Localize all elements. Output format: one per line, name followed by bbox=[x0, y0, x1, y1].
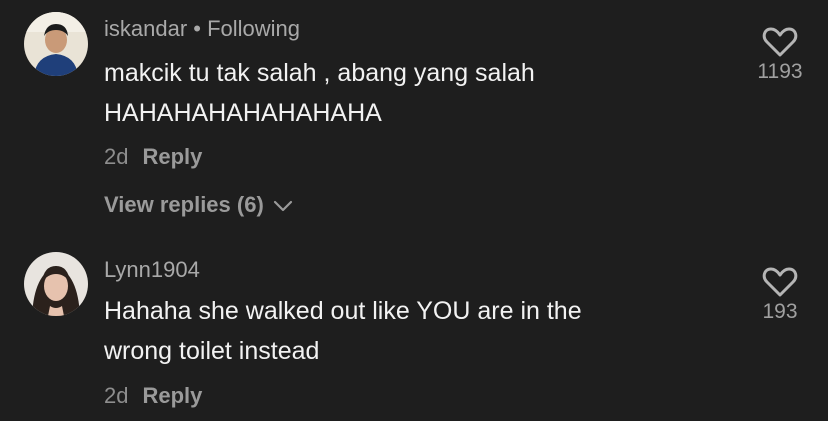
reply-button[interactable]: Reply bbox=[142, 144, 202, 169]
like-button[interactable]: 193 bbox=[740, 266, 820, 324]
view-replies-button[interactable]: View replies (6) bbox=[104, 192, 294, 218]
separator: • bbox=[187, 16, 208, 41]
reply-button[interactable]: Reply bbox=[142, 383, 202, 408]
avatar[interactable] bbox=[24, 252, 88, 316]
chevron-down-icon bbox=[273, 201, 293, 212]
comment-header: Lynn1904 bbox=[104, 257, 200, 283]
avatar[interactable] bbox=[24, 12, 88, 76]
username[interactable]: iskandar bbox=[104, 16, 187, 41]
following-badge: Following bbox=[207, 16, 301, 41]
timestamp: 2d bbox=[104, 383, 129, 408]
timestamp: 2d bbox=[104, 144, 129, 169]
comment-line: Hahaha she walked out like YOU are in th… bbox=[104, 297, 582, 325]
heart-outline-icon bbox=[762, 267, 798, 297]
comment-line: wrong toilet instead bbox=[104, 337, 320, 365]
view-replies-label: View replies (6) bbox=[104, 192, 264, 217]
comment-text: Hahaha she walked out like YOU are in th… bbox=[104, 291, 582, 371]
comment-meta: 2d Reply bbox=[104, 144, 202, 170]
like-button[interactable]: 1193 bbox=[740, 26, 820, 84]
comment-header: iskandar • Following bbox=[104, 16, 300, 42]
like-count: 1193 bbox=[757, 60, 803, 83]
comment-text: makcik tu tak salah , abang yang salah H… bbox=[104, 53, 535, 133]
heart-outline-icon bbox=[762, 27, 798, 57]
comment-line: HAHAHAHAHAHAHAHA bbox=[104, 99, 382, 127]
comment-line: makcik tu tak salah , abang yang salah bbox=[104, 59, 535, 87]
like-count: 193 bbox=[762, 300, 798, 323]
username[interactable]: Lynn1904 bbox=[104, 257, 200, 282]
comment-meta: 2d Reply bbox=[104, 383, 202, 409]
